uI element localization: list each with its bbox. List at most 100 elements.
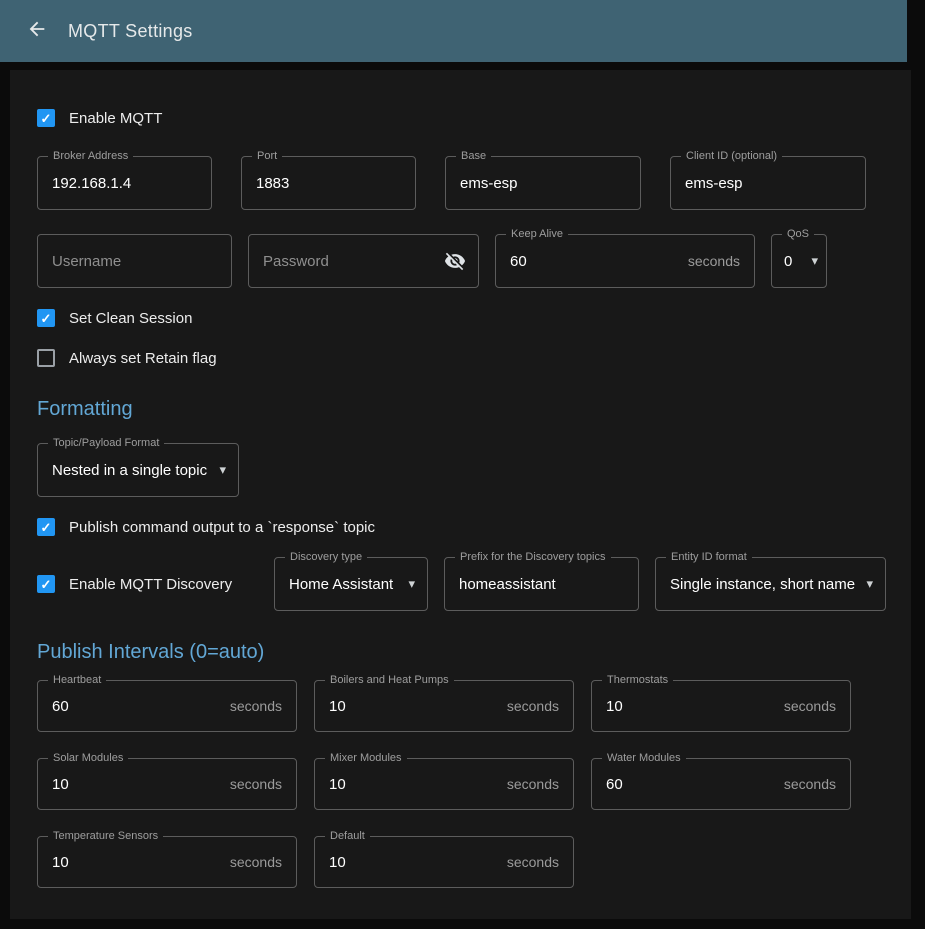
entity-id-format-select[interactable]: Entity ID format Single instance, short … bbox=[655, 557, 886, 611]
enable-mqtt-checkbox[interactable]: ✓ bbox=[37, 109, 55, 127]
thermostats-label: Thermostats bbox=[602, 674, 673, 687]
boilers-label: Boilers and Heat Pumps bbox=[325, 674, 454, 687]
clean-session-checkbox[interactable]: ✓ bbox=[37, 309, 55, 327]
publish-response-checkbox[interactable]: ✓ bbox=[37, 518, 55, 536]
qos-value: 0 bbox=[772, 253, 811, 270]
page-title: MQTT Settings bbox=[68, 21, 193, 42]
topic-format-value: Nested in a single topic bbox=[38, 462, 219, 479]
thermostats-input[interactable] bbox=[592, 698, 784, 715]
retain-flag-checkbox[interactable]: ✓ bbox=[37, 349, 55, 367]
clean-session-label: Set Clean Session bbox=[69, 310, 192, 327]
boilers-input[interactable] bbox=[315, 698, 507, 715]
discovery-prefix-field[interactable]: Prefix for the Discovery topics bbox=[444, 557, 639, 611]
retain-flag-checkbox-row[interactable]: ✓ Always set Retain flag bbox=[37, 348, 911, 368]
default-interval-suffix: seconds bbox=[507, 854, 573, 870]
keep-alive-input[interactable] bbox=[496, 253, 688, 270]
formatting-heading: Formatting bbox=[37, 398, 911, 421]
heartbeat-label: Heartbeat bbox=[48, 674, 106, 687]
enable-discovery-checkbox-row[interactable]: ✓ Enable MQTT Discovery bbox=[37, 574, 258, 594]
chevron-down-icon: ▾ bbox=[811, 253, 826, 269]
topic-format-select[interactable]: Topic/Payload Format Nested in a single … bbox=[37, 443, 239, 497]
keep-alive-suffix: seconds bbox=[688, 253, 754, 269]
discovery-row: ✓ Enable MQTT Discovery Discovery type H… bbox=[37, 557, 911, 611]
clean-session-checkbox-row[interactable]: ✓ Set Clean Session bbox=[37, 308, 911, 328]
temperature-sensors-suffix: seconds bbox=[230, 854, 296, 870]
username-input[interactable] bbox=[38, 253, 231, 270]
discovery-prefix-label: Prefix for the Discovery topics bbox=[455, 551, 611, 564]
auth-row: Keep Alive seconds QoS 0 ▾ bbox=[37, 234, 911, 288]
mixer-modules-input[interactable] bbox=[315, 776, 507, 793]
publish-intervals-grid: Heartbeat seconds Boilers and Heat Pumps… bbox=[37, 680, 911, 888]
port-label: Port bbox=[252, 150, 282, 163]
password-field[interactable] bbox=[248, 234, 479, 288]
solar-modules-suffix: seconds bbox=[230, 776, 296, 792]
mixer-modules-suffix: seconds bbox=[507, 776, 573, 792]
qos-label: QoS bbox=[782, 228, 814, 241]
boilers-suffix: seconds bbox=[507, 698, 573, 714]
keep-alive-field[interactable]: Keep Alive seconds bbox=[495, 234, 755, 288]
client-id-field[interactable]: Client ID (optional) bbox=[670, 156, 866, 210]
temperature-sensors-input[interactable] bbox=[38, 854, 230, 871]
enable-mqtt-label: Enable MQTT bbox=[69, 110, 162, 127]
client-id-label: Client ID (optional) bbox=[681, 150, 782, 163]
topic-format-label: Topic/Payload Format bbox=[48, 437, 164, 450]
port-field[interactable]: Port bbox=[241, 156, 416, 210]
thermostats-suffix: seconds bbox=[784, 698, 850, 714]
water-modules-field[interactable]: Water Modules seconds bbox=[591, 758, 851, 810]
chevron-down-icon: ▾ bbox=[866, 576, 885, 592]
password-input[interactable] bbox=[249, 253, 444, 270]
enable-mqtt-checkbox-row[interactable]: ✓ Enable MQTT bbox=[37, 108, 911, 128]
water-modules-suffix: seconds bbox=[784, 776, 850, 792]
broker-address-label: Broker Address bbox=[48, 150, 133, 163]
keep-alive-label: Keep Alive bbox=[506, 228, 568, 241]
entity-id-format-value: Single instance, short name bbox=[656, 576, 866, 593]
qos-select[interactable]: QoS 0 ▾ bbox=[771, 234, 827, 288]
base-field[interactable]: Base bbox=[445, 156, 641, 210]
retain-flag-label: Always set Retain flag bbox=[69, 350, 217, 367]
boilers-field[interactable]: Boilers and Heat Pumps seconds bbox=[314, 680, 574, 732]
thermostats-field[interactable]: Thermostats seconds bbox=[591, 680, 851, 732]
mqtt-settings-panel: ✓ Enable MQTT Broker Address Port Base C… bbox=[10, 70, 911, 919]
discovery-type-label: Discovery type bbox=[285, 551, 367, 564]
default-interval-label: Default bbox=[325, 830, 370, 843]
check-icon: ✓ bbox=[41, 112, 52, 125]
water-modules-label: Water Modules bbox=[602, 752, 686, 765]
enable-discovery-label: Enable MQTT Discovery bbox=[69, 576, 232, 593]
solar-modules-field[interactable]: Solar Modules seconds bbox=[37, 758, 297, 810]
heartbeat-input[interactable] bbox=[38, 698, 230, 715]
discovery-prefix-input[interactable] bbox=[445, 576, 638, 593]
broker-address-field[interactable]: Broker Address bbox=[37, 156, 212, 210]
broker-address-input[interactable] bbox=[38, 175, 211, 192]
broker-row: Broker Address Port Base Client ID (opti… bbox=[37, 156, 911, 210]
check-icon: ✓ bbox=[41, 578, 52, 591]
discovery-type-select[interactable]: Discovery type Home Assistant ▾ bbox=[274, 557, 428, 611]
username-field[interactable] bbox=[37, 234, 232, 288]
mixer-modules-field[interactable]: Mixer Modules seconds bbox=[314, 758, 574, 810]
heartbeat-field[interactable]: Heartbeat seconds bbox=[37, 680, 297, 732]
solar-modules-input[interactable] bbox=[38, 776, 230, 793]
temperature-sensors-label: Temperature Sensors bbox=[48, 830, 163, 843]
visibility-off-icon[interactable] bbox=[444, 250, 478, 272]
default-interval-field[interactable]: Default seconds bbox=[314, 836, 574, 888]
app-bar: MQTT Settings bbox=[0, 0, 907, 62]
discovery-type-value: Home Assistant bbox=[275, 576, 408, 593]
publish-intervals-heading: Publish Intervals (0=auto) bbox=[37, 641, 911, 664]
publish-response-label: Publish command output to a `response` t… bbox=[69, 519, 375, 536]
entity-id-format-label: Entity ID format bbox=[666, 551, 752, 564]
back-button[interactable] bbox=[26, 18, 48, 45]
client-id-input[interactable] bbox=[671, 175, 865, 192]
chevron-down-icon: ▾ bbox=[408, 576, 427, 592]
check-icon: ✓ bbox=[41, 312, 52, 325]
enable-discovery-checkbox[interactable]: ✓ bbox=[37, 575, 55, 593]
heartbeat-suffix: seconds bbox=[230, 698, 296, 714]
port-input[interactable] bbox=[242, 175, 415, 192]
chevron-down-icon: ▾ bbox=[219, 462, 238, 478]
check-icon: ✓ bbox=[41, 521, 52, 534]
back-arrow-icon bbox=[26, 18, 48, 45]
temperature-sensors-field[interactable]: Temperature Sensors seconds bbox=[37, 836, 297, 888]
default-interval-input[interactable] bbox=[315, 854, 507, 871]
base-input[interactable] bbox=[446, 175, 640, 192]
publish-response-checkbox-row[interactable]: ✓ Publish command output to a `response`… bbox=[37, 517, 911, 537]
water-modules-input[interactable] bbox=[592, 776, 784, 793]
mixer-modules-label: Mixer Modules bbox=[325, 752, 407, 765]
